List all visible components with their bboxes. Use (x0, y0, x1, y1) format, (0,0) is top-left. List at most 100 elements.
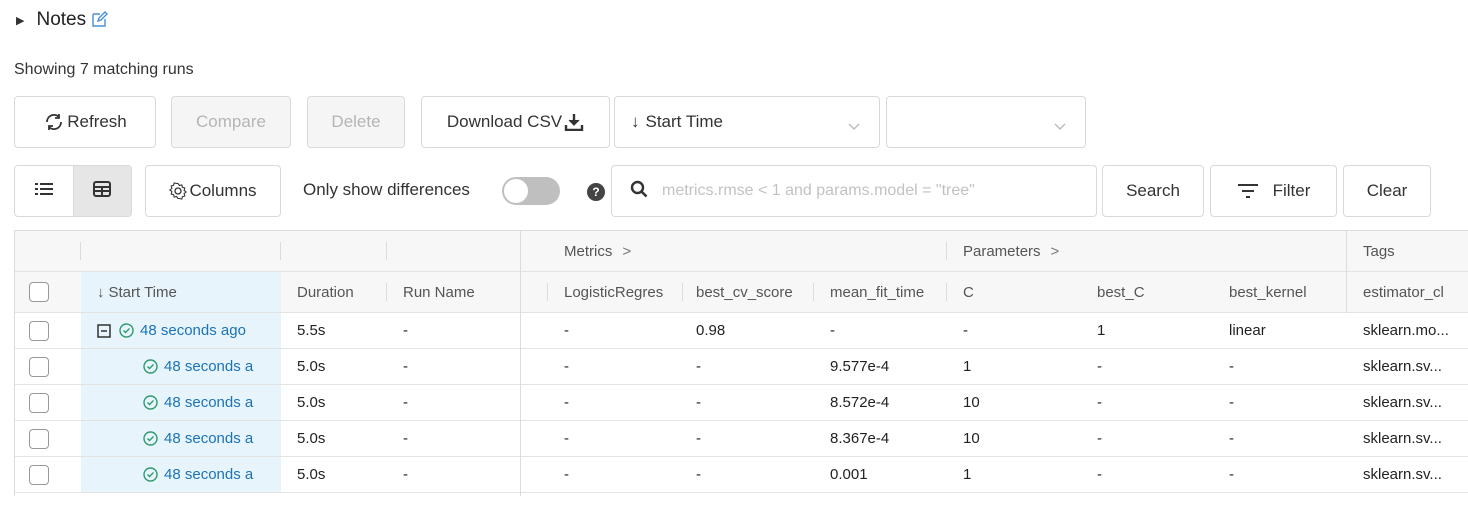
chevron-down-icon (847, 117, 861, 137)
check-circle-icon (119, 323, 134, 338)
table-row[interactable]: 48 seconds a 5.0s - - - 0.001 1 - - skle… (15, 457, 1468, 493)
collapse-icon[interactable] (97, 323, 111, 338)
column-divider (520, 231, 521, 496)
filter-label: Filter (1272, 181, 1311, 200)
header-estimator-class[interactable]: estimator_cl (1363, 272, 1468, 312)
run-start-time-link[interactable]: 48 seconds a (164, 394, 253, 411)
header-best-cv-score[interactable]: best_cv_score (696, 272, 793, 312)
view-toggle (14, 165, 132, 217)
header-mean-fit-time[interactable]: mean_fit_time (830, 272, 945, 312)
compare-label: Compare (196, 112, 266, 131)
caret-right-icon[interactable]: ▶ (16, 14, 24, 27)
row-checkbox[interactable] (29, 392, 49, 413)
only-differences-label: Only show differences (303, 180, 470, 199)
search-input[interactable] (662, 182, 1082, 200)
start-time-cell: 48 seconds a (81, 385, 281, 420)
check-circle-icon (143, 467, 158, 482)
best-cv-score-cell: - (696, 430, 701, 447)
filter-icon (1237, 183, 1259, 199)
header-best-kernel[interactable]: best_kernel (1229, 272, 1307, 312)
mean-fit-time-cell: 8.367e-4 (830, 430, 890, 447)
row-checkbox[interactable] (29, 428, 49, 449)
table-row[interactable]: 48 seconds a 5.0s - - - 8.572e-4 10 - - … (15, 385, 1468, 421)
header-c[interactable]: C (963, 272, 974, 312)
row-checkbox[interactable] (29, 464, 49, 485)
delete-label: Delete (331, 112, 381, 131)
table-row[interactable]: 48 seconds a 5.0s - - - 9.577e-4 1 - - s… (15, 349, 1468, 385)
refresh-button[interactable]: Refresh (14, 96, 156, 148)
sort-direction-icon: ↓ (631, 112, 640, 131)
header-run-name[interactable]: Run Name (403, 272, 475, 312)
best-c-cell: - (1097, 358, 1102, 375)
estimator-class-cell: sklearn.sv... (1363, 358, 1442, 375)
c-cell: 1 (963, 466, 972, 483)
chevron-down-icon (1053, 117, 1067, 137)
chevron-right-icon: > (622, 242, 632, 260)
header-logisticregression[interactable]: LogisticRegres (564, 272, 681, 312)
best-kernel-cell: linear (1229, 322, 1266, 339)
only-differences-toggle[interactable] (502, 177, 560, 205)
best-c-cell: - (1097, 394, 1102, 411)
duration-cell: 5.0s (297, 358, 326, 375)
duration-cell: 5.0s (297, 466, 326, 483)
sort-select[interactable]: ↓ Start Time (614, 96, 880, 148)
sort-select-value: Start Time (645, 112, 723, 131)
table-row[interactable]: 48 seconds ago 5.5s - - 0.98 - - 1 linea… (15, 313, 1468, 349)
start-time-cell: 48 seconds ago (81, 313, 281, 348)
column-header-row: ↓ Start Time Duration Run Name LogisticR… (15, 272, 1468, 313)
run-name-cell: - (403, 358, 408, 375)
compare-button[interactable]: Compare (171, 96, 291, 148)
columns-label: Columns (189, 181, 257, 200)
estimator-class-cell: sklearn.sv... (1363, 430, 1442, 447)
tags-group-header[interactable]: Tags (1363, 231, 1395, 271)
chevron-right-icon: > (1050, 242, 1060, 260)
best-c-cell: 1 (1097, 322, 1106, 339)
check-circle-icon (143, 359, 158, 374)
logreg-cell: - (564, 466, 569, 483)
best-cv-score-cell: 0.98 (696, 322, 726, 339)
search-field[interactable] (611, 165, 1097, 217)
start-time-cell: 48 seconds a (81, 349, 281, 384)
run-start-time-link[interactable]: 48 seconds a (164, 358, 253, 375)
metrics-group-label: Metrics (564, 242, 613, 260)
delete-button[interactable]: Delete (307, 96, 405, 148)
select-all-checkbox[interactable] (29, 282, 49, 302)
columns-button[interactable]: Columns (145, 165, 281, 217)
table-row[interactable]: 48 seconds a 5.0s - - - 8.367e-4 10 - - … (15, 421, 1468, 457)
table-view-button[interactable] (72, 166, 131, 216)
estimator-class-cell: sklearn.sv... (1363, 466, 1442, 483)
edit-icon[interactable] (90, 11, 109, 29)
best-cv-score-cell: - (696, 466, 701, 483)
run-start-time-link[interactable]: 48 seconds ago (140, 322, 246, 339)
best-kernel-cell: - (1229, 430, 1234, 447)
filter-button[interactable]: Filter (1210, 165, 1337, 217)
search-button[interactable]: Search (1102, 165, 1204, 217)
run-name-cell: - (403, 430, 408, 447)
metrics-group-header[interactable]: Metrics > (564, 231, 631, 271)
best-c-cell: - (1097, 466, 1102, 483)
run-name-cell: - (403, 394, 408, 411)
notes-header[interactable]: ▶ Notes (16, 8, 109, 32)
parameters-group-header[interactable]: Parameters > (963, 231, 1059, 271)
run-count-text: Showing 7 matching runs (14, 61, 194, 78)
header-duration[interactable]: Duration (297, 272, 354, 312)
download-csv-button[interactable]: Download CSV (421, 96, 610, 148)
list-view-button[interactable] (15, 166, 73, 216)
logreg-cell: - (564, 394, 569, 411)
row-checkbox[interactable] (29, 356, 49, 377)
column-divider (1346, 231, 1347, 313)
mean-fit-time-cell: - (830, 322, 835, 339)
toggle-knob (504, 179, 528, 203)
run-start-time-link[interactable]: 48 seconds a (164, 430, 253, 447)
c-cell: 10 (963, 430, 980, 447)
duration-cell: 5.5s (297, 322, 326, 339)
row-checkbox[interactable] (29, 320, 49, 341)
best-cv-score-cell: - (696, 358, 701, 375)
run-name-cell: - (403, 322, 408, 339)
run-start-time-link[interactable]: 48 seconds a (164, 466, 253, 483)
secondary-select[interactable] (886, 96, 1086, 148)
header-start-time[interactable]: ↓ Start Time (81, 272, 281, 312)
clear-button[interactable]: Clear (1343, 165, 1431, 217)
header-best-c[interactable]: best_C (1097, 272, 1145, 312)
help-icon[interactable]: ? (587, 183, 605, 201)
